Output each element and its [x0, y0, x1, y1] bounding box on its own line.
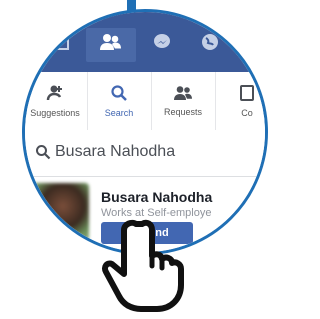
tab-suggestions[interactable]: Suggestions: [25, 72, 88, 130]
search-icon: [35, 144, 51, 165]
avatar[interactable]: [31, 183, 89, 241]
friends-icon[interactable]: [98, 30, 122, 54]
search-input[interactable]: Busara Nahodha: [55, 143, 175, 161]
tab-search[interactable]: Search: [87, 72, 152, 130]
messenger-icon[interactable]: [150, 30, 174, 54]
tab-requests[interactable]: Requests: [151, 72, 216, 130]
result-name[interactable]: Busara Nahodha: [101, 189, 212, 205]
friends-icon: [174, 86, 192, 100]
search-icon: [111, 85, 127, 101]
search-bar[interactable]: Busara Nahodha: [25, 130, 265, 177]
tab-contacts[interactable]: Co: [215, 72, 265, 130]
tab-label: Suggestions: [30, 108, 80, 118]
feed-icon[interactable]: [47, 30, 71, 54]
tab-label: Co: [241, 108, 253, 118]
tab-label: Search: [104, 108, 134, 118]
person-add-icon: [46, 85, 62, 101]
globe-icon[interactable]: [198, 30, 222, 54]
friends-tabs: Suggestions Search Requests Co: [25, 72, 265, 131]
top-navigation-bar: [25, 12, 265, 72]
pointing-hand-icon: [101, 219, 184, 312]
contacts-icon: [240, 85, 254, 101]
tab-label: Requests: [163, 107, 203, 117]
